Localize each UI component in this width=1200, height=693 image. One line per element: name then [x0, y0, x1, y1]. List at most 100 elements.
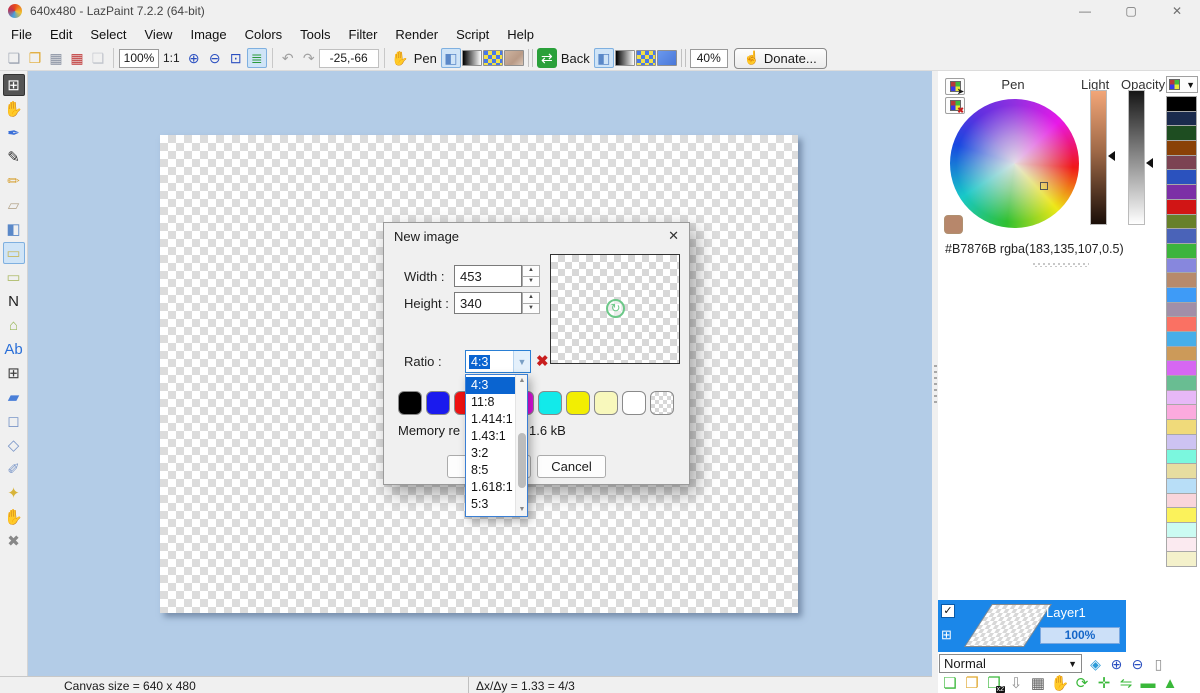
redo-icon[interactable]: ↷ — [299, 48, 319, 68]
color-swatch[interactable] — [1166, 214, 1197, 230]
color-swatch[interactable] — [398, 391, 422, 415]
layer-opacity-bar[interactable]: 100% — [1040, 627, 1120, 644]
color-swatch[interactable] — [1166, 522, 1197, 538]
color-swatch[interactable] — [1166, 184, 1197, 200]
layer-grid-icon[interactable]: ⊞ — [941, 627, 952, 643]
merge-down-icon[interactable]: ⇩ — [1005, 673, 1027, 693]
one-to-one-button[interactable]: 1:1 — [163, 51, 180, 65]
add-layer-icon[interactable]: ❏ — [939, 673, 961, 693]
color-swatch[interactable] — [1166, 96, 1197, 112]
color-swatch[interactable] — [1166, 111, 1197, 127]
color-swatch[interactable] — [1166, 316, 1197, 332]
dropdown-scrollbar[interactable]: ▲ ▼ — [515, 375, 527, 516]
color-swatch[interactable] — [1166, 228, 1197, 244]
tool-hand[interactable]: ✋ — [3, 98, 25, 120]
zoom-out-icon[interactable]: ⊖ — [205, 48, 225, 68]
layers-window-icon[interactable]: ≣ — [247, 48, 267, 68]
tool-deformation-grid[interactable]: ⊞ — [3, 362, 25, 384]
tool-deselect[interactable]: ✖ — [3, 530, 25, 552]
tool-move-selection[interactable]: ✋ — [3, 506, 25, 528]
open-file-icon[interactable]: ❐ — [25, 48, 45, 68]
pen-checker-swatch[interactable] — [483, 50, 503, 66]
menu-file[interactable]: File — [2, 24, 41, 45]
color-swatch[interactable] — [566, 391, 590, 415]
color-swatch[interactable] — [1166, 449, 1197, 465]
ratio-option[interactable]: 1.43:1 — [466, 428, 515, 445]
color-swatch[interactable] — [1166, 360, 1197, 376]
color-swatch[interactable] — [1166, 478, 1197, 494]
ratio-select[interactable]: 4:3 ▼ — [465, 350, 531, 373]
zoom-in-icon[interactable]: ⊕ — [184, 48, 204, 68]
panel-grip[interactable] — [1033, 263, 1089, 267]
menu-tools[interactable]: Tools — [291, 24, 339, 45]
donate-button[interactable]: ☝ Donate... — [734, 48, 827, 69]
layer-trash-icon[interactable]: ▯ — [1148, 654, 1169, 673]
color-swatch[interactable] — [1166, 272, 1197, 288]
layer-name[interactable]: Layer1 — [1046, 605, 1086, 620]
back-solid-swatch[interactable] — [657, 50, 677, 66]
color-swatch[interactable] — [1166, 493, 1197, 509]
tool-select-pen[interactable]: ✐ — [3, 458, 25, 480]
copy-icon[interactable]: ❏ — [88, 48, 108, 68]
color-swatch[interactable] — [594, 391, 618, 415]
menu-script[interactable]: Script — [447, 24, 498, 45]
flatten-layer-icon[interactable]: ▬ — [1137, 673, 1159, 693]
rasterize-icon[interactable]: ▦ — [1027, 673, 1049, 693]
tool-rectangle[interactable]: ▭ — [3, 266, 25, 288]
rotate-layer-icon[interactable]: ⟳ — [1071, 673, 1093, 693]
color-swatch[interactable] — [1166, 463, 1197, 479]
clear-ratio-icon[interactable]: ✖ — [536, 352, 549, 370]
tool-perspective[interactable]: ▰ — [3, 386, 25, 408]
tool-eraser[interactable]: ▱ — [3, 194, 25, 216]
color-swatch[interactable] — [1166, 419, 1197, 435]
ratio-option[interactable]: 5:3 — [466, 496, 515, 513]
tool-select-rect[interactable]: ◻ — [3, 410, 25, 432]
color-swatch[interactable] — [426, 391, 450, 415]
menu-render[interactable]: Render — [386, 24, 447, 45]
tool-polygon[interactable]: ⌂ — [3, 314, 25, 336]
tolerance-box[interactable]: 40% — [690, 49, 728, 68]
opacity-slider-marker[interactable] — [1146, 158, 1153, 168]
tool-brush[interactable]: ✏ — [3, 170, 25, 192]
current-color-swatch[interactable] — [944, 215, 963, 234]
ratio-option[interactable]: 1.414:1 — [466, 411, 515, 428]
pen-fill-icon[interactable]: ◧ — [441, 48, 461, 68]
opacity-slider[interactable] — [1128, 90, 1145, 225]
scroll-thumb[interactable] — [518, 433, 526, 488]
duplicate-layer-icon[interactable]: ❐x2 — [983, 673, 1005, 693]
color-swatch[interactable] — [1166, 537, 1197, 553]
dialog-close-icon[interactable]: ✕ — [668, 228, 679, 244]
tool-colorpicker[interactable]: ✒ — [3, 122, 25, 144]
menu-select[interactable]: Select — [81, 24, 135, 45]
scroll-up-icon[interactable]: ▲ — [516, 375, 528, 387]
color-wheel-marker[interactable] — [1040, 182, 1048, 190]
color-wheel[interactable] — [950, 99, 1079, 228]
menu-colors[interactable]: Colors — [236, 24, 292, 45]
ratio-option[interactable]: 8:5 — [466, 462, 515, 479]
move-layer-icon[interactable]: ✋ — [1049, 673, 1071, 693]
menu-filter[interactable]: Filter — [340, 24, 387, 45]
color-swatch[interactable] — [1166, 258, 1197, 274]
light-slider-marker[interactable] — [1108, 151, 1115, 161]
layer-row-selected[interactable]: ✓ ⊞ Layer1 100% — [938, 600, 1126, 652]
remove-from-palette-button[interactable]: ✖ — [945, 97, 965, 114]
grab-icon[interactable]: ✋ — [390, 48, 410, 68]
save-icon[interactable]: ▦ — [46, 48, 66, 68]
width-spinner[interactable]: ▲▼ — [522, 265, 540, 287]
tool-select-poly[interactable]: ◇ — [3, 434, 25, 456]
menu-image[interactable]: Image — [181, 24, 235, 45]
color-swatch[interactable] — [1166, 125, 1197, 141]
height-spinner[interactable]: ▲▼ — [522, 292, 540, 314]
color-swatch[interactable] — [1166, 169, 1197, 185]
menu-help[interactable]: Help — [498, 24, 543, 45]
save-as-icon[interactable]: ▦ — [67, 48, 87, 68]
blend-mode-select[interactable]: Normal ▼ — [939, 654, 1082, 673]
ratio-option[interactable]: 4:3 — [466, 377, 515, 394]
back-fill-icon[interactable]: ◧ — [594, 48, 614, 68]
pen-texture-swatch[interactable] — [504, 50, 524, 66]
menu-edit[interactable]: Edit — [41, 24, 81, 45]
tool-polyline[interactable]: N — [3, 290, 25, 312]
palette-menu-button[interactable]: ▼ — [1166, 76, 1198, 93]
undo-icon[interactable]: ↶ — [278, 48, 298, 68]
zoom-value-box[interactable]: 100% — [119, 49, 159, 68]
